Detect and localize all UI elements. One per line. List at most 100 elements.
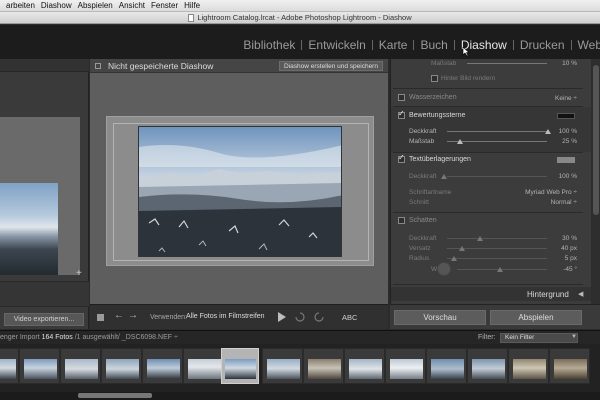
preview-button[interactable]: Vorschau — [394, 310, 486, 325]
use-label: Verwenden: — [150, 314, 187, 321]
create-slideshow-button[interactable]: Diashow erstellen und speichern — [279, 61, 383, 71]
filmstrip-thumbnail[interactable] — [262, 348, 303, 384]
play-icon[interactable] — [277, 312, 286, 322]
slide-photo[interactable] — [138, 126, 342, 257]
filmstrip-thumbnail[interactable] — [344, 348, 385, 384]
shadow-angle-value: -45 ° — [563, 266, 577, 273]
filmstrip-scrollbar[interactable] — [0, 392, 600, 400]
filmstrip-thumbnail[interactable] — [60, 348, 101, 384]
filmstrip — [0, 344, 600, 392]
divider — [393, 88, 583, 89]
menu-item-fenster[interactable]: Fenster — [151, 1, 178, 10]
slider-knob[interactable] — [441, 174, 447, 179]
scale-label: Maßstab — [431, 60, 457, 67]
shadow-radius-value: 5 px — [564, 255, 577, 262]
filmstrip-thumbnail[interactable] — [426, 348, 467, 384]
shadow-radius-slider[interactable] — [447, 258, 547, 259]
menu-item-ansicht[interactable]: Ansicht — [119, 1, 145, 10]
filmstrip-thumbnail[interactable] — [508, 348, 549, 384]
shadow-checkbox[interactable] — [398, 217, 405, 224]
watermark-label: Wasserzeichen — [409, 94, 457, 101]
slider-knob[interactable] — [459, 246, 465, 251]
slider-knob[interactable] — [497, 267, 503, 272]
filmstrip-thumbnail[interactable] — [183, 348, 224, 384]
module-entwickeln[interactable]: Entwickeln — [302, 38, 371, 52]
play-button[interactable]: Abspielen — [490, 310, 582, 325]
previous-slide-icon[interactable]: ← — [114, 310, 124, 321]
slider-knob[interactable] — [457, 139, 463, 144]
document-icon — [188, 13, 195, 22]
dropdown-arrow-icon[interactable]: ▼ — [571, 334, 577, 340]
shadow-opacity-label: Deckkraft — [409, 235, 437, 242]
mountain-landscape-image — [139, 127, 341, 256]
slide-canvas[interactable] — [106, 116, 374, 266]
scrollbar-thumb[interactable] — [593, 65, 599, 215]
filmstrip-source[interactable]: enger Import 164 Fotos /1 ausgewählt/ _D… — [0, 334, 178, 341]
filmstrip-thumbnail[interactable] — [101, 348, 142, 384]
menu-item-diashow[interactable]: Diashow — [41, 1, 72, 10]
slide-editor-header: Nicht gespeicherte Diashow Diashow erste… — [90, 59, 388, 73]
filmstrip-thumbnail-selected[interactable] — [221, 348, 259, 384]
slider-knob[interactable] — [451, 256, 457, 261]
left-panel: + Video exportieren... — [0, 59, 89, 329]
rating-opacity-value: 100 % — [558, 128, 577, 135]
shadow-opacity-slider[interactable] — [447, 238, 547, 239]
scale-slider-track[interactable] — [467, 63, 547, 64]
menu-item-hilfe[interactable]: Hilfe — [184, 1, 200, 10]
collection-icon — [95, 63, 101, 69]
right-panel-scrollbar[interactable] — [591, 59, 600, 304]
rating-stars-label: Bewertungssterne — [409, 112, 466, 119]
rating-opacity-label: Deckkraft — [409, 128, 437, 135]
filmstrip-thumbnail[interactable] — [385, 348, 426, 384]
filmstrip-thumbnail[interactable] — [0, 348, 19, 384]
filmstrip-header: enger Import 164 Fotos /1 ausgewählt/ _D… — [0, 330, 600, 344]
divider — [393, 284, 583, 285]
right-panel: Maßstab 10 % Hinter Bild rendern Wasserz… — [390, 59, 600, 304]
rating-stars-checkbox[interactable] — [398, 109, 405, 119]
rating-opacity-slider[interactable] — [447, 131, 547, 132]
add-text-button[interactable]: ABC — [342, 313, 357, 322]
text-overlays-checkbox[interactable] — [398, 153, 405, 163]
shadow-radius-label: Radius — [409, 255, 430, 262]
filmstrip-thumbnail[interactable] — [142, 348, 183, 384]
next-slide-icon[interactable]: → — [128, 310, 138, 321]
module-web[interactable]: Web — [572, 38, 600, 52]
lightroom-window: arbeiten Diashow Abspielen Ansicht Fenst… — [0, 0, 600, 400]
module-karte[interactable]: Karte — [373, 38, 414, 52]
text-opacity-slider[interactable] — [447, 176, 547, 177]
watermark-checkbox[interactable] — [398, 94, 405, 101]
stop-button[interactable] — [97, 314, 104, 321]
angle-dial-icon[interactable] — [437, 262, 451, 276]
render-behind-label: Hinter Bild rendern — [441, 75, 496, 82]
add-template-button[interactable]: + — [76, 268, 82, 279]
rotate-icon[interactable] — [295, 312, 305, 322]
filmstrip-scrollbar-thumb[interactable] — [78, 393, 152, 398]
render-behind-checkbox[interactable] — [431, 75, 438, 82]
font-style-select[interactable]: Normal ÷ — [531, 199, 577, 206]
module-drucken[interactable]: Drucken — [514, 38, 571, 52]
filmstrip-thumbnail[interactable] — [467, 348, 508, 384]
module-buch[interactable]: Buch — [414, 38, 453, 52]
slideshow-toolbar: ← → Verwenden: Alle Fotos im Filmstreife… — [90, 304, 388, 329]
font-name-label: Schriftartname — [409, 189, 452, 196]
rating-color-swatch[interactable] — [557, 113, 575, 119]
template-preview-image — [0, 183, 58, 275]
mouse-cursor-icon — [462, 47, 470, 57]
module-bibliothek[interactable]: Bibliothek — [237, 38, 301, 52]
font-name-select[interactable]: Myriad Web Pro ÷ — [511, 189, 577, 196]
menu-item-abspielen[interactable]: Abspielen — [78, 1, 113, 10]
export-video-button[interactable]: Video exportieren... — [4, 313, 84, 326]
collapse-triangle-icon[interactable]: ◀ — [578, 290, 583, 298]
use-dropdown[interactable]: Alle Fotos im Filmstreifen — [186, 313, 265, 320]
filter-dropdown[interactable]: Kein Filter — [500, 333, 578, 343]
text-color-swatch[interactable] — [557, 157, 575, 163]
filmstrip-thumbnail[interactable] — [303, 348, 344, 384]
watermark-select[interactable]: Keine ÷ — [531, 95, 577, 102]
filmstrip-thumbnail[interactable] — [549, 348, 590, 384]
left-panel-collections — [0, 281, 89, 307]
menu-item-arbeiten[interactable]: arbeiten — [6, 1, 35, 10]
slider-knob[interactable] — [477, 236, 483, 241]
template-preview — [0, 117, 80, 275]
rotate-counter-icon[interactable] — [314, 312, 324, 322]
filmstrip-thumbnail[interactable] — [19, 348, 60, 384]
